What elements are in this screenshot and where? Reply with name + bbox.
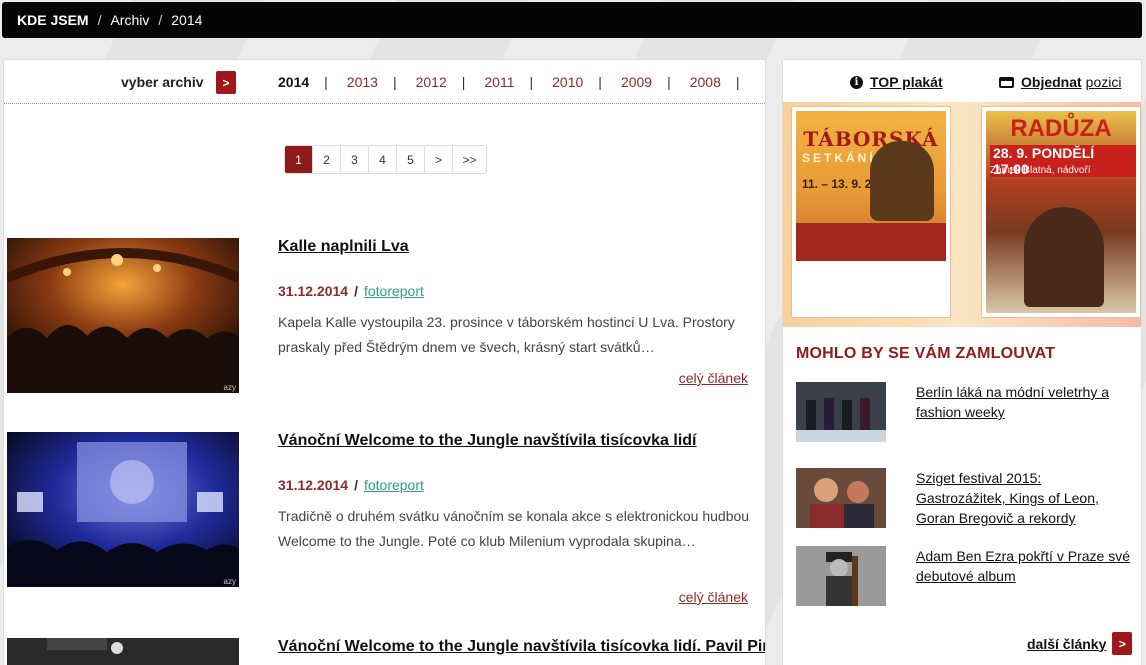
breadcrumb: KDE JSEM / Archiv / 2014	[2, 2, 1142, 38]
archive-select-button[interactable]: >	[216, 71, 236, 94]
page-button-4[interactable]: 4	[369, 146, 397, 173]
poster-band	[796, 223, 946, 261]
breadcrumb-item-year: 2014	[171, 12, 203, 28]
article-read-more-link[interactable]: celý článek	[679, 370, 748, 386]
breadcrumb-separator: /	[158, 12, 163, 28]
recommended-item: Berlín láká na módní veletrhy a fashion …	[796, 382, 1136, 450]
year-link-2012[interactable]: 2012	[416, 74, 447, 90]
page-button-2[interactable]: 2	[313, 146, 341, 173]
top-poster-link[interactable]: i TOP plakát	[850, 74, 943, 90]
recommended-link[interactable]: Sziget festival 2015: Gastrozážitek, Kin…	[916, 468, 1131, 528]
recommended-heading: MOHLO BY SE VÁM ZAMLOUVAT	[796, 345, 1056, 362]
stage-photo-icon	[7, 638, 239, 665]
archive-label: vyber archiv	[121, 74, 204, 90]
breadcrumb-separator: /	[97, 12, 102, 28]
page-next-button[interactable]: >	[425, 146, 453, 173]
photo-credit: azy	[223, 577, 236, 586]
article-item: Vánoční Welcome to the Jungle navštívila…	[7, 638, 765, 665]
recommended-item: Adam Ben Ezra pokřtí v Praze své debutov…	[796, 546, 1136, 606]
breadcrumb-label: KDE JSEM	[17, 12, 89, 28]
year-link-2009[interactable]: 2009	[621, 74, 652, 90]
article-title-link[interactable]: Vánoční Welcome to the Jungle navštívila…	[278, 432, 697, 450]
article-excerpt: Kapela Kalle vystoupila 23. prosince v t…	[278, 314, 735, 355]
article-read-more-link[interactable]: celý článek	[679, 589, 748, 605]
photo-credit: azy	[223, 383, 236, 392]
archive-bar: vyber archiv > 2014 | 2013 | 2012 | 2011 | 2…	[4, 60, 765, 104]
poster-raduza[interactable]: RADŮZA 28. 9. PONDĚLÍ 17:00 Zámek Blatná…	[981, 106, 1141, 318]
sponsor-logos	[796, 261, 946, 313]
info-icon: i	[850, 75, 863, 89]
article-meta: 31.12.2014/fotoreport	[278, 283, 424, 299]
article-title-link[interactable]: Vánoční Welcome to the Jungle navštívila…	[278, 638, 765, 656]
page-button-5[interactable]: 5	[397, 146, 425, 173]
year-link-2014[interactable]: 2014	[278, 74, 309, 90]
article-item: azy Vánoční Welcome to the Jungle navští…	[7, 432, 762, 612]
knight-figure-icon	[870, 141, 934, 221]
main-content: vyber archiv > 2014 | 2013 | 2012 | 2011 | 2…	[3, 59, 766, 665]
article-category-link[interactable]: fotoreport	[364, 477, 424, 493]
credit-card-icon	[999, 76, 1014, 88]
musician-photo-icon	[796, 546, 886, 606]
year-link-2013[interactable]: 2013	[347, 74, 378, 90]
article-thumbnail[interactable]: azy	[7, 432, 239, 587]
top-poster-label: TOP plakát	[870, 74, 943, 90]
year-link-2008[interactable]: 2008	[690, 74, 721, 90]
recommended-link[interactable]: Adam Ben Ezra pokřtí v Praze své debutov…	[916, 546, 1131, 586]
year-link-2010[interactable]: 2010	[552, 74, 583, 90]
recommended-thumbnail[interactable]	[796, 468, 886, 528]
more-articles: další články >	[1027, 632, 1133, 655]
breadcrumb-item-archiv[interactable]: Archiv	[110, 12, 149, 28]
concert-photo-icon	[7, 238, 239, 393]
more-articles-link[interactable]: další články	[1027, 636, 1106, 652]
order-position-link[interactable]: Objednat pozici	[999, 74, 1121, 90]
page-button-1[interactable]: 1	[285, 146, 313, 173]
year-list: 2014 | 2013 | 2012 | 2011 | 2010 | 2009 | 2008…	[278, 74, 740, 90]
accordion-player-icon	[1024, 207, 1104, 307]
article-meta: 31.12.2014/fotoreport	[278, 477, 424, 493]
page-button-3[interactable]: 3	[341, 146, 369, 173]
club-photo-icon	[7, 432, 239, 587]
article-thumbnail[interactable]	[7, 638, 239, 665]
article-item: azy Kalle naplnili Lva 31.12.2014/fotore…	[7, 238, 762, 398]
sidebar-header: i TOP plakát Objednat pozici	[783, 60, 1141, 102]
order-label-secondary: pozici	[1085, 74, 1122, 90]
order-label: Objednat	[1021, 74, 1082, 90]
recommended-link[interactable]: Berlín láká na módní veletrhy a fashion …	[916, 382, 1131, 422]
recommended-item: Sziget festival 2015: Gastrozážitek, Kin…	[796, 468, 1136, 528]
article-date: 31.12.2014	[278, 283, 349, 299]
poster-place: Zámek Blatná, nádvoří	[990, 165, 1091, 176]
poster-taborska-setkani[interactable]: TÁBORSKÁ SETKÁNÍ 11. – 13. 9. 2015	[791, 106, 951, 318]
article-excerpt: Tradičně o druhém svátku vánočním se kon…	[278, 508, 750, 549]
pagination: 1 2 3 4 5 > >>	[284, 145, 487, 174]
page-last-button[interactable]: >>	[453, 146, 486, 173]
poster-title: RADŮZA	[1010, 115, 1112, 142]
festival-photo-icon	[796, 468, 886, 528]
recommended-thumbnail[interactable]	[796, 382, 886, 442]
year-link-2011[interactable]: 2011	[484, 74, 514, 90]
article-thumbnail[interactable]: azy	[7, 238, 239, 393]
poster-subtitle: SETKÁNÍ	[802, 151, 876, 165]
fashion-photo-icon	[796, 382, 886, 442]
more-articles-button[interactable]: >	[1112, 632, 1133, 655]
poster-area: TÁBORSKÁ SETKÁNÍ 11. – 13. 9. 2015 RADŮZ…	[783, 102, 1141, 327]
sidebar: i TOP plakát Objednat pozici TÁBORSKÁ SE…	[782, 59, 1142, 665]
article-title-link[interactable]: Kalle naplnili Lva	[278, 238, 409, 256]
recommended-thumbnail[interactable]	[796, 546, 886, 606]
article-category-link[interactable]: fotoreport	[364, 283, 424, 299]
article-date: 31.12.2014	[278, 477, 349, 493]
